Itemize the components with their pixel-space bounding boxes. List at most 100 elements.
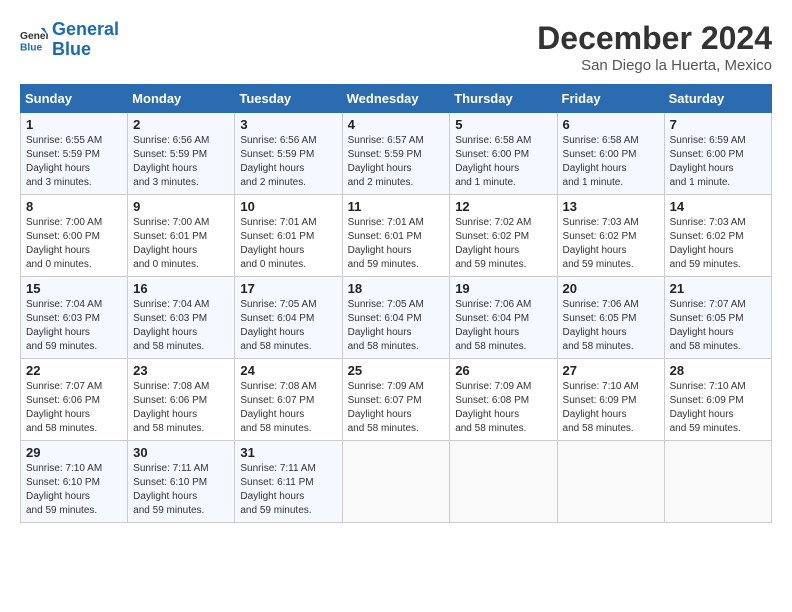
weekday-header-row: SundayMondayTuesdayWednesdayThursdayFrid… xyxy=(21,85,772,113)
calendar-cell: 22 Sunrise: 7:07 AMSunset: 6:06 PMDaylig… xyxy=(21,359,128,441)
calendar-cell: 31 Sunrise: 7:11 AMSunset: 6:11 PMDaylig… xyxy=(235,441,342,523)
page-header: General Blue GeneralBlue December 2024 S… xyxy=(20,20,772,74)
calendar-cell: 3 Sunrise: 6:56 AMSunset: 5:59 PMDayligh… xyxy=(235,113,342,195)
day-info: Sunrise: 7:02 AMSunset: 6:02 PMDaylight … xyxy=(455,216,551,272)
day-info: Sunrise: 7:01 AMSunset: 6:01 PMDaylight … xyxy=(348,216,445,272)
weekday-header-tuesday: Tuesday xyxy=(235,85,342,113)
day-number: 30 xyxy=(133,445,229,460)
day-info: Sunrise: 7:04 AMSunset: 6:03 PMDaylight … xyxy=(133,298,229,354)
svg-text:General: General xyxy=(20,31,48,42)
calendar-week-row: 29 Sunrise: 7:10 AMSunset: 6:10 PMDaylig… xyxy=(21,441,772,523)
day-info: Sunrise: 6:58 AMSunset: 6:00 PMDaylight … xyxy=(563,134,659,190)
calendar-cell: 19 Sunrise: 7:06 AMSunset: 6:04 PMDaylig… xyxy=(450,277,557,359)
title-block: December 2024 San Diego la Huerta, Mexic… xyxy=(537,20,772,74)
calendar-cell: 29 Sunrise: 7:10 AMSunset: 6:10 PMDaylig… xyxy=(21,441,128,523)
day-number: 9 xyxy=(133,199,229,214)
day-number: 19 xyxy=(455,281,551,296)
calendar-cell: 6 Sunrise: 6:58 AMSunset: 6:00 PMDayligh… xyxy=(557,113,664,195)
weekday-header-thursday: Thursday xyxy=(450,85,557,113)
day-number: 13 xyxy=(563,199,659,214)
logo-text: GeneralBlue xyxy=(52,20,119,60)
day-number: 4 xyxy=(348,117,445,132)
location: San Diego la Huerta, Mexico xyxy=(537,57,772,74)
calendar-cell: 10 Sunrise: 7:01 AMSunset: 6:01 PMDaylig… xyxy=(235,195,342,277)
day-info: Sunrise: 7:11 AMSunset: 6:10 PMDaylight … xyxy=(133,462,229,518)
day-number: 16 xyxy=(133,281,229,296)
day-info: Sunrise: 7:06 AMSunset: 6:05 PMDaylight … xyxy=(563,298,659,354)
logo: General Blue GeneralBlue xyxy=(20,20,119,60)
calendar-cell: 17 Sunrise: 7:05 AMSunset: 6:04 PMDaylig… xyxy=(235,277,342,359)
weekday-header-saturday: Saturday xyxy=(664,85,771,113)
day-info: Sunrise: 7:01 AMSunset: 6:01 PMDaylight … xyxy=(240,216,336,272)
calendar-cell: 13 Sunrise: 7:03 AMSunset: 6:02 PMDaylig… xyxy=(557,195,664,277)
weekday-header-sunday: Sunday xyxy=(21,85,128,113)
day-number: 7 xyxy=(670,117,766,132)
calendar-cell xyxy=(342,441,450,523)
day-number: 3 xyxy=(240,117,336,132)
day-info: Sunrise: 6:57 AMSunset: 5:59 PMDaylight … xyxy=(348,134,445,190)
day-number: 6 xyxy=(563,117,659,132)
calendar-cell: 26 Sunrise: 7:09 AMSunset: 6:08 PMDaylig… xyxy=(450,359,557,441)
calendar-cell: 27 Sunrise: 7:10 AMSunset: 6:09 PMDaylig… xyxy=(557,359,664,441)
calendar-cell: 20 Sunrise: 7:06 AMSunset: 6:05 PMDaylig… xyxy=(557,277,664,359)
day-info: Sunrise: 7:06 AMSunset: 6:04 PMDaylight … xyxy=(455,298,551,354)
day-info: Sunrise: 6:55 AMSunset: 5:59 PMDaylight … xyxy=(26,134,122,190)
calendar-cell: 12 Sunrise: 7:02 AMSunset: 6:02 PMDaylig… xyxy=(450,195,557,277)
day-info: Sunrise: 7:09 AMSunset: 6:08 PMDaylight … xyxy=(455,380,551,436)
day-info: Sunrise: 7:07 AMSunset: 6:05 PMDaylight … xyxy=(670,298,766,354)
day-number: 18 xyxy=(348,281,445,296)
day-info: Sunrise: 7:04 AMSunset: 6:03 PMDaylight … xyxy=(26,298,122,354)
day-number: 23 xyxy=(133,363,229,378)
day-number: 31 xyxy=(240,445,336,460)
calendar-cell: 15 Sunrise: 7:04 AMSunset: 6:03 PMDaylig… xyxy=(21,277,128,359)
calendar-cell: 8 Sunrise: 7:00 AMSunset: 6:00 PMDayligh… xyxy=(21,195,128,277)
day-number: 22 xyxy=(26,363,122,378)
calendar-cell: 11 Sunrise: 7:01 AMSunset: 6:01 PMDaylig… xyxy=(342,195,450,277)
day-number: 12 xyxy=(455,199,551,214)
calendar-cell: 14 Sunrise: 7:03 AMSunset: 6:02 PMDaylig… xyxy=(664,195,771,277)
day-info: Sunrise: 6:59 AMSunset: 6:00 PMDaylight … xyxy=(670,134,766,190)
day-info: Sunrise: 7:11 AMSunset: 6:11 PMDaylight … xyxy=(240,462,336,518)
month-title: December 2024 xyxy=(537,20,772,57)
calendar-cell: 16 Sunrise: 7:04 AMSunset: 6:03 PMDaylig… xyxy=(128,277,235,359)
calendar-week-row: 1 Sunrise: 6:55 AMSunset: 5:59 PMDayligh… xyxy=(21,113,772,195)
day-number: 8 xyxy=(26,199,122,214)
day-info: Sunrise: 7:00 AMSunset: 6:01 PMDaylight … xyxy=(133,216,229,272)
day-info: Sunrise: 7:10 AMSunset: 6:09 PMDaylight … xyxy=(563,380,659,436)
day-info: Sunrise: 6:56 AMSunset: 5:59 PMDaylight … xyxy=(133,134,229,190)
day-info: Sunrise: 6:58 AMSunset: 6:00 PMDaylight … xyxy=(455,134,551,190)
calendar-week-row: 8 Sunrise: 7:00 AMSunset: 6:00 PMDayligh… xyxy=(21,195,772,277)
day-number: 11 xyxy=(348,199,445,214)
calendar-week-row: 22 Sunrise: 7:07 AMSunset: 6:06 PMDaylig… xyxy=(21,359,772,441)
weekday-header-monday: Monday xyxy=(128,85,235,113)
weekday-header-wednesday: Wednesday xyxy=(342,85,450,113)
day-number: 17 xyxy=(240,281,336,296)
calendar-cell: 7 Sunrise: 6:59 AMSunset: 6:00 PMDayligh… xyxy=(664,113,771,195)
calendar-cell: 30 Sunrise: 7:11 AMSunset: 6:10 PMDaylig… xyxy=(128,441,235,523)
calendar-cell: 4 Sunrise: 6:57 AMSunset: 5:59 PMDayligh… xyxy=(342,113,450,195)
weekday-header-friday: Friday xyxy=(557,85,664,113)
day-number: 27 xyxy=(563,363,659,378)
day-info: Sunrise: 7:08 AMSunset: 6:07 PMDaylight … xyxy=(240,380,336,436)
calendar-cell xyxy=(450,441,557,523)
day-info: Sunrise: 7:05 AMSunset: 6:04 PMDaylight … xyxy=(240,298,336,354)
day-info: Sunrise: 7:03 AMSunset: 6:02 PMDaylight … xyxy=(563,216,659,272)
day-info: Sunrise: 7:00 AMSunset: 6:00 PMDaylight … xyxy=(26,216,122,272)
calendar-cell: 5 Sunrise: 6:58 AMSunset: 6:00 PMDayligh… xyxy=(450,113,557,195)
calendar-cell xyxy=(557,441,664,523)
calendar-cell xyxy=(664,441,771,523)
day-number: 15 xyxy=(26,281,122,296)
day-number: 24 xyxy=(240,363,336,378)
calendar-cell: 2 Sunrise: 6:56 AMSunset: 5:59 PMDayligh… xyxy=(128,113,235,195)
calendar-cell: 24 Sunrise: 7:08 AMSunset: 6:07 PMDaylig… xyxy=(235,359,342,441)
day-info: Sunrise: 7:09 AMSunset: 6:07 PMDaylight … xyxy=(348,380,445,436)
day-number: 14 xyxy=(670,199,766,214)
day-info: Sunrise: 7:10 AMSunset: 6:10 PMDaylight … xyxy=(26,462,122,518)
day-number: 21 xyxy=(670,281,766,296)
day-info: Sunrise: 7:05 AMSunset: 6:04 PMDaylight … xyxy=(348,298,445,354)
day-number: 29 xyxy=(26,445,122,460)
day-info: Sunrise: 6:56 AMSunset: 5:59 PMDaylight … xyxy=(240,134,336,190)
day-number: 25 xyxy=(348,363,445,378)
calendar-cell: 1 Sunrise: 6:55 AMSunset: 5:59 PMDayligh… xyxy=(21,113,128,195)
day-number: 5 xyxy=(455,117,551,132)
